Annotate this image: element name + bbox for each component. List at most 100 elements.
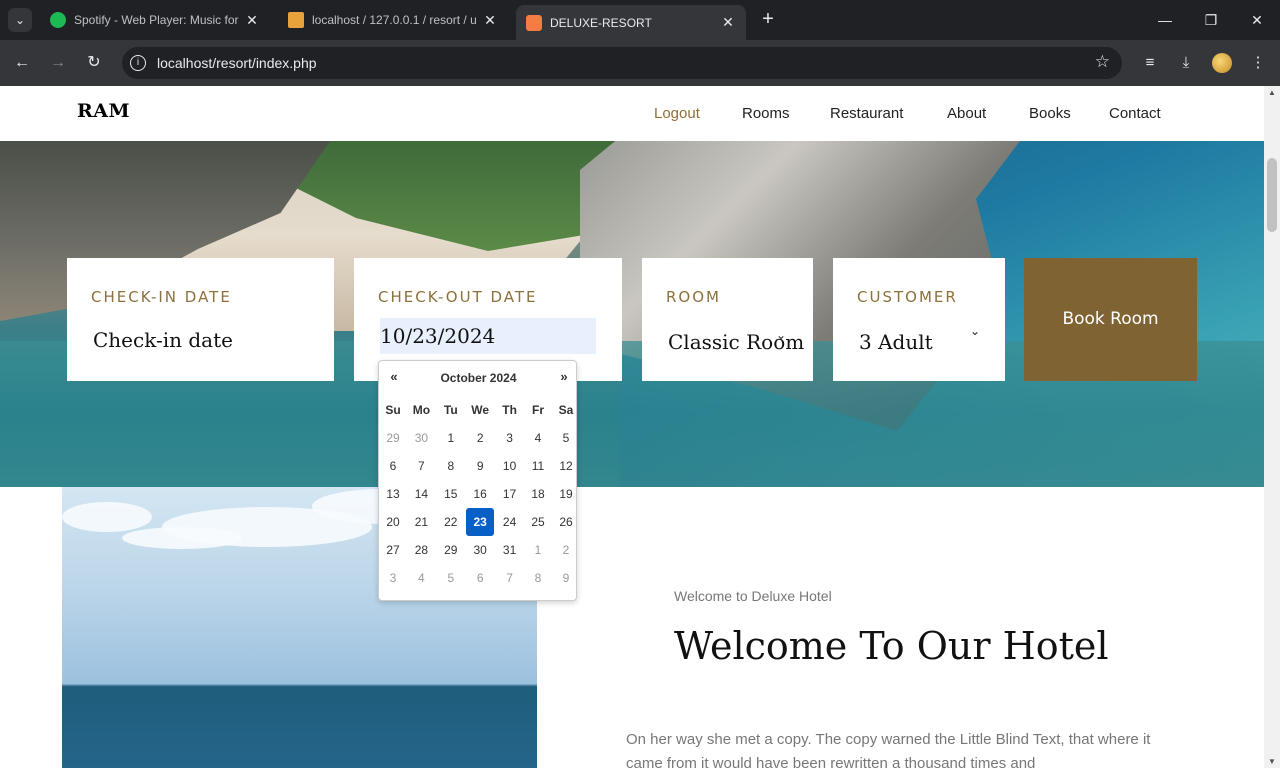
customer-label: CUSTOMER <box>857 288 958 306</box>
day-cell[interactable]: 30 <box>407 424 435 452</box>
datepicker-month-title[interactable]: October 2024 <box>419 371 538 385</box>
scroll-down-icon[interactable]: ▼ <box>1268 757 1276 766</box>
day-cell[interactable]: 28 <box>407 536 435 564</box>
day-cell[interactable]: 17 <box>496 480 524 508</box>
weekday-label: Su <box>385 403 401 417</box>
day-cell[interactable]: 31 <box>496 536 524 564</box>
day-cell[interactable]: 27 <box>379 536 407 564</box>
checkin-input[interactable]: Check-in date <box>93 328 233 352</box>
day-cell[interactable]: 5 <box>552 424 580 452</box>
day-cell[interactable]: 9 <box>466 452 494 480</box>
datepicker-week-row: 6 7 8 9 10 11 12 <box>379 452 578 480</box>
day-cell[interactable]: 13 <box>379 480 407 508</box>
checkin-label: CHECK-IN DATE <box>91 288 232 306</box>
day-cell[interactable]: 1 <box>437 424 465 452</box>
nav-about[interactable]: About <box>947 105 986 122</box>
site-info-icon[interactable]: i <box>130 55 146 71</box>
day-cell[interactable]: 30 <box>466 536 494 564</box>
nav-contact[interactable]: Contact <box>1109 105 1161 122</box>
back-icon[interactable]: ← <box>10 51 34 75</box>
day-cell[interactable]: 29 <box>437 536 465 564</box>
day-cell[interactable]: 3 <box>496 424 524 452</box>
forward-icon[interactable]: → <box>46 51 70 75</box>
day-cell[interactable]: 18 <box>524 480 552 508</box>
day-cell[interactable]: 2 <box>466 424 494 452</box>
bookmark-star-icon[interactable]: ☆ <box>1095 52 1110 72</box>
restore-icon[interactable]: ❐ <box>1199 8 1223 32</box>
download-icon[interactable]: ⤓ <box>1174 51 1198 75</box>
checkout-input[interactable]: 10/23/2024 <box>380 318 596 354</box>
window-close-icon[interactable]: ✕ <box>1245 8 1269 32</box>
chevron-down-icon[interactable]: ⌄ <box>970 324 980 338</box>
prev-month-button[interactable]: « <box>384 369 404 384</box>
datepicker-weekday-row: Su Mo Tu We Th Fr Sa <box>379 396 578 424</box>
day-cell[interactable]: 22 <box>437 508 465 536</box>
day-cell[interactable]: 4 <box>407 564 435 592</box>
day-cell[interactable]: 11 <box>524 452 552 480</box>
media-control-icon[interactable]: ≡ <box>1138 51 1162 75</box>
day-cell[interactable]: 14 <box>407 480 435 508</box>
day-cell[interactable]: 10 <box>496 452 524 480</box>
day-cell[interactable]: 6 <box>379 452 407 480</box>
day-cell[interactable]: 21 <box>407 508 435 536</box>
day-cell[interactable]: 20 <box>379 508 407 536</box>
book-room-button[interactable]: Book Room <box>1024 258 1197 381</box>
selected-day[interactable]: 23 <box>466 508 495 536</box>
tab-search-icon[interactable]: ⌄ <box>8 8 32 32</box>
day-cell[interactable]: 12 <box>552 452 580 480</box>
day-cell[interactable]: 4 <box>524 424 552 452</box>
address-bar[interactable]: i localhost/resort/index.php ☆ <box>122 47 1122 79</box>
day-cell[interactable]: 1 <box>524 536 552 564</box>
browser-tab-strip: ⌄ Spotify - Web Player: Music for ✕ loca… <box>0 0 1280 40</box>
day-cell[interactable]: 7 <box>496 564 524 592</box>
reload-icon[interactable]: ↻ <box>82 51 106 75</box>
day-cell[interactable]: 3 <box>379 564 407 592</box>
nav-books[interactable]: Books <box>1029 105 1071 122</box>
scroll-thumb[interactable] <box>1267 158 1277 232</box>
day-cell[interactable]: 16 <box>466 480 494 508</box>
day-cell[interactable]: 19 <box>552 480 580 508</box>
nav-rooms[interactable]: Rooms <box>742 105 790 122</box>
weekday-label: Sa <box>558 403 574 417</box>
new-tab-icon[interactable]: + <box>756 8 780 32</box>
close-icon[interactable]: ✕ <box>720 14 736 31</box>
tab-title: DELUXE-RESORT <box>550 15 652 30</box>
weekday-label: Th <box>502 403 517 417</box>
day-cell[interactable]: 7 <box>407 452 435 480</box>
menu-kebab-icon[interactable]: ⋮ <box>1246 51 1270 75</box>
nav-logout[interactable]: Logout <box>654 105 700 122</box>
room-box: ROOM Classic Room ⌄ <box>642 258 813 381</box>
next-month-button[interactable]: » <box>554 369 574 384</box>
day-cell[interactable]: 9 <box>552 564 580 592</box>
chevron-down-icon[interactable]: ⌄ <box>776 328 786 342</box>
day-cell[interactable]: 15 <box>437 480 465 508</box>
tab-deluxe-resort[interactable]: DELUXE-RESORT ✕ <box>516 5 746 40</box>
spotify-icon <box>50 12 66 28</box>
page-scrollbar[interactable]: ▲ ▼ <box>1264 86 1280 768</box>
day-cell[interactable]: 5 <box>437 564 465 592</box>
close-icon[interactable]: ✕ <box>482 12 498 29</box>
day-cell[interactable]: 29 <box>379 424 407 452</box>
day-cell[interactable]: 8 <box>524 564 552 592</box>
room-label: ROOM <box>666 288 721 306</box>
day-cell[interactable]: 8 <box>437 452 465 480</box>
day-cell[interactable]: 24 <box>496 508 524 536</box>
day-cell[interactable]: 26 <box>552 508 580 536</box>
day-cell[interactable]: 6 <box>466 564 494 592</box>
scroll-up-icon[interactable]: ▲ <box>1268 88 1276 97</box>
customer-select[interactable]: 3 Adult <box>859 330 933 354</box>
tab-spotify[interactable]: Spotify - Web Player: Music for ✕ <box>40 5 270 35</box>
url-text[interactable]: localhost/resort/index.php <box>157 55 317 71</box>
checkin-box: CHECK-IN DATE Check-in date <box>67 258 334 381</box>
tab-title: localhost / 127.0.0.1 / resort / u <box>312 13 477 27</box>
datepicker-week-row: 13 14 15 16 17 18 19 <box>379 480 578 508</box>
close-icon[interactable]: ✕ <box>244 12 260 29</box>
datepicker-week-row: 20 21 22 23 24 25 26 <box>379 508 578 536</box>
site-logo[interactable]: RAM <box>77 100 130 122</box>
day-cell[interactable]: 2 <box>552 536 580 564</box>
tab-phpmyadmin[interactable]: localhost / 127.0.0.1 / resort / u ✕ <box>278 5 508 35</box>
profile-avatar[interactable] <box>1212 53 1232 73</box>
nav-restaurant[interactable]: Restaurant <box>830 105 903 122</box>
minimize-icon[interactable]: — <box>1153 8 1177 32</box>
day-cell[interactable]: 25 <box>524 508 552 536</box>
